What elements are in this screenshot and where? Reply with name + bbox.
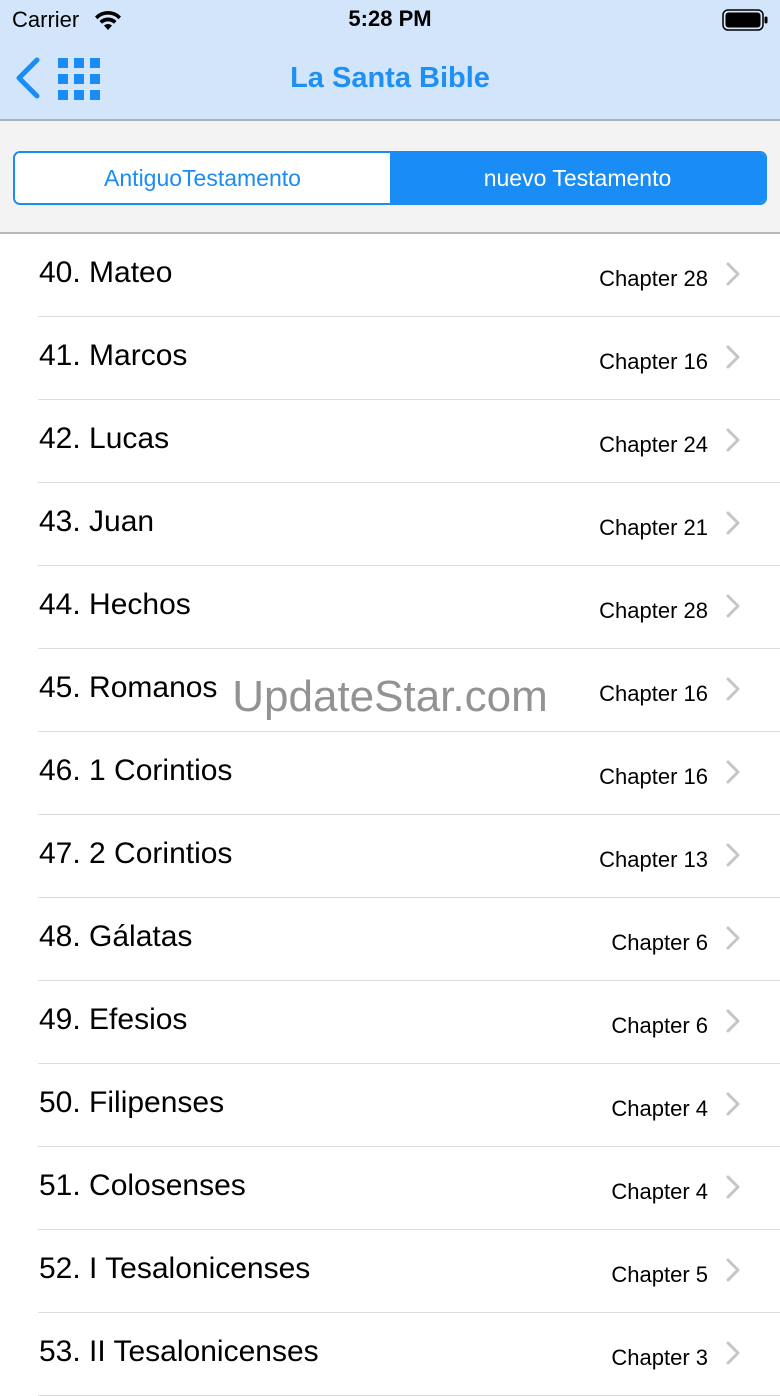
book-name: 52. I Tesalonicenses [39, 1252, 311, 1285]
book-name: 51. Colosenses [39, 1169, 246, 1202]
book-name: 50. Filipenses [39, 1086, 225, 1119]
book-row[interactable]: 45. Romanos Chapter 16 [0, 649, 780, 732]
chapter-count: Chapter 21 [599, 515, 708, 540]
chapter-count: Chapter 6 [611, 930, 708, 955]
book-name: 44. Hechos [39, 588, 191, 621]
segment-old-testament[interactable]: AntiguoTestamento [15, 153, 390, 203]
book-row[interactable]: 43. Juan Chapter 21 [0, 483, 780, 566]
chapter-count: Chapter 16 [599, 764, 708, 789]
chevron-right-icon [726, 511, 740, 535]
testament-segmented-control: AntiguoTestamento nuevo Testamento [13, 151, 767, 205]
book-list: 40. Mateo Chapter 28 41. Marcos Chapter 16 4… [0, 234, 780, 1396]
book-row[interactable]: 48. Gálatas Chapter 6 [0, 898, 780, 981]
chevron-right-icon [726, 926, 740, 950]
chapter-count: Chapter 13 [599, 847, 708, 872]
chevron-right-icon [726, 1258, 740, 1282]
chevron-right-icon [726, 428, 740, 452]
chevron-right-icon [726, 594, 740, 618]
book-name: 47. 2 Corintios [39, 837, 233, 870]
book-row[interactable]: 46. 1 Corintios Chapter 16 [0, 732, 780, 815]
chevron-right-icon [726, 1175, 740, 1199]
book-name: 43. Juan [39, 505, 155, 538]
book-row[interactable]: 50. Filipenses Chapter 4 [0, 1064, 780, 1147]
book-row[interactable]: 51. Colosenses Chapter 4 [0, 1147, 780, 1230]
book-name: 45. Romanos [39, 671, 218, 704]
chevron-right-icon [726, 1009, 740, 1033]
book-row[interactable]: 53. II Tesalonicenses Chapter 3 [0, 1313, 780, 1396]
chevron-right-icon [726, 1092, 740, 1116]
status-bar: Carrier 5:28 PM [0, 0, 780, 40]
book-name: 41. Marcos [39, 339, 188, 372]
book-row[interactable]: 41. Marcos Chapter 16 [0, 317, 780, 400]
chevron-right-icon [726, 843, 740, 867]
book-row[interactable]: 44. Hechos Chapter 28 [0, 566, 780, 649]
book-row[interactable]: 47. 2 Corintios Chapter 13 [0, 815, 780, 898]
status-time: 5:28 PM [348, 6, 432, 31]
book-name: 53. II Tesalonicenses [39, 1335, 319, 1368]
chapter-count: Chapter 3 [611, 1345, 708, 1370]
book-row[interactable]: 42. Lucas Chapter 24 [0, 400, 780, 483]
chapter-count: Chapter 28 [599, 598, 708, 623]
chevron-right-icon [726, 1341, 740, 1365]
chapter-count: Chapter 4 [611, 1179, 708, 1204]
book-name: 49. Efesios [39, 1003, 188, 1036]
navigation-bar: La Santa Bible [0, 40, 780, 120]
book-row[interactable]: 49. Efesios Chapter 6 [0, 981, 780, 1064]
header: Carrier 5:28 PM La Santa Bible [0, 0, 780, 121]
book-name: 42. Lucas [39, 422, 170, 455]
segment-new-testament[interactable]: nuevo Testamento [390, 153, 765, 203]
chapter-count: Chapter 28 [599, 266, 708, 291]
book-row[interactable]: 40. Mateo Chapter 28 [0, 234, 780, 317]
nav-title: La Santa Bible [290, 62, 490, 94]
chevron-right-icon [726, 262, 740, 286]
segment-area: AntiguoTestamento nuevo Testamento [0, 121, 780, 234]
chevron-right-icon [726, 345, 740, 369]
chevron-right-icon [726, 677, 740, 701]
chapter-count: Chapter 16 [599, 349, 708, 374]
book-name: 46. 1 Corintios [39, 754, 233, 787]
chapter-count: Chapter 4 [611, 1096, 708, 1121]
book-name: 40. Mateo [39, 256, 173, 289]
chevron-right-icon [726, 760, 740, 784]
battery-icon [722, 9, 768, 31]
chapter-count: Chapter 6 [611, 1013, 708, 1038]
book-name: 48. Gálatas [39, 920, 193, 953]
chapter-count: Chapter 24 [599, 432, 708, 457]
book-row[interactable]: 52. I Tesalonicenses Chapter 5 [0, 1230, 780, 1313]
chapter-count: Chapter 5 [611, 1262, 708, 1287]
chapter-count: Chapter 16 [599, 681, 708, 706]
